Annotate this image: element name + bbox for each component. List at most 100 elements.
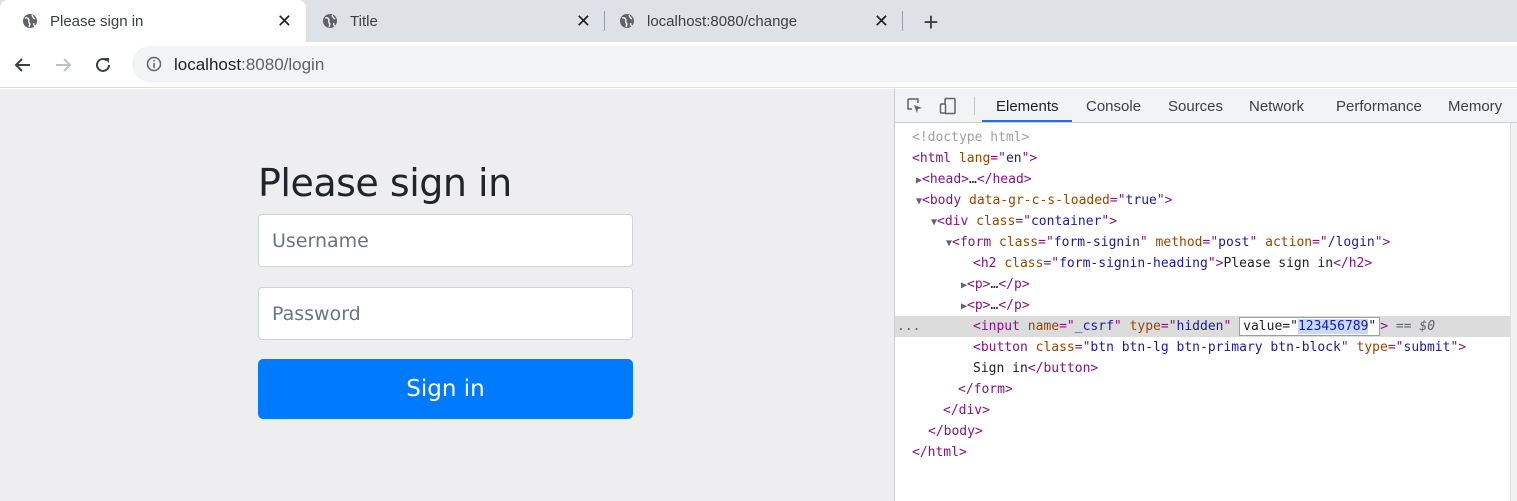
ellipsis[interactable]: … bbox=[969, 172, 977, 187]
attr-quote: " bbox=[1368, 319, 1377, 334]
dom-node-body[interactable]: ▼<body data-gr-c-s-loaded="true"> bbox=[895, 190, 1510, 211]
attr-eq: =" bbox=[1043, 256, 1060, 271]
attr-quote: " bbox=[1139, 235, 1156, 250]
attr-eq: =" bbox=[1312, 235, 1328, 250]
tag-close: </p> bbox=[998, 277, 1030, 292]
attr-name: class bbox=[1035, 340, 1075, 355]
tag-open: <form bbox=[952, 235, 999, 250]
attr-name: name bbox=[1027, 319, 1060, 334]
more-actions-icon[interactable]: ... bbox=[897, 316, 920, 337]
login-page: Please sign in Username Password Sign in bbox=[0, 89, 894, 501]
dom-node-button[interactable]: <button class="btn btn-lg btn-primary bt… bbox=[895, 337, 1510, 358]
attr-quote: " bbox=[1223, 319, 1240, 334]
info-icon[interactable] bbox=[146, 56, 162, 72]
attribute-edit-box[interactable]: value="123456789" bbox=[1239, 317, 1381, 336]
attr-eq: =" bbox=[1282, 319, 1298, 334]
dom-tree: <!doctype html> <html lang="en"> ▶<head>… bbox=[895, 127, 1510, 501]
tag-close: </html> bbox=[912, 445, 967, 460]
attr-value: container bbox=[1030, 214, 1102, 229]
inspect-element-icon[interactable] bbox=[906, 97, 924, 115]
attr-name: data-gr-c-s-loaded bbox=[969, 193, 1110, 208]
reload-icon bbox=[96, 57, 110, 72]
new-tab-button[interactable]: + bbox=[920, 7, 942, 38]
active-tab-indicator bbox=[982, 120, 1072, 122]
attr-name: class bbox=[999, 235, 1039, 250]
dom-node-form-close[interactable]: </form> bbox=[895, 379, 1510, 400]
tag-open: <div bbox=[937, 214, 977, 229]
dom-node-h2[interactable]: <h2 class="form-signin-heading">Please s… bbox=[895, 253, 1510, 274]
tag-close: > bbox=[1380, 319, 1396, 334]
dom-node-body-close[interactable]: </body> bbox=[895, 421, 1510, 442]
dom-node-div[interactable]: ▼<div class="container"> bbox=[895, 211, 1510, 232]
attr-value: en bbox=[1005, 151, 1022, 166]
tag-close: "> bbox=[1156, 193, 1173, 208]
tab-title: localhost:8080/change bbox=[647, 12, 798, 30]
close-icon[interactable]: ✕ bbox=[277, 12, 292, 30]
globe-icon bbox=[23, 14, 37, 28]
attr-value: form-signin-heading bbox=[1059, 256, 1208, 271]
username-input[interactable]: Username bbox=[258, 214, 633, 267]
username-placeholder: Username bbox=[272, 229, 369, 252]
attr-name: class bbox=[1004, 256, 1044, 271]
tab-elements[interactable]: Elements bbox=[996, 98, 1059, 115]
tab-network[interactable]: Network bbox=[1249, 98, 1304, 115]
devtools-scrollbar[interactable] bbox=[1510, 123, 1517, 501]
attr-value: true bbox=[1125, 193, 1157, 208]
dom-node-p[interactable]: ▶<p>…</p> bbox=[895, 295, 1510, 316]
attr-value: hidden bbox=[1176, 319, 1224, 334]
attr-quote: " bbox=[1113, 319, 1130, 334]
tab-performance[interactable]: Performance bbox=[1336, 98, 1422, 115]
back-button[interactable] bbox=[10, 52, 36, 78]
dom-node-div-close[interactable]: </div> bbox=[895, 400, 1510, 421]
tab-localhost-change[interactable]: localhost:8080/change ✕ bbox=[605, 0, 903, 42]
sign-in-button[interactable]: Sign in bbox=[258, 359, 633, 419]
forward-button[interactable] bbox=[50, 52, 76, 78]
tab-title: Please sign in bbox=[50, 12, 144, 30]
address-bar[interactable]: localhost:8080/login bbox=[132, 46, 1517, 82]
attr-eq: =" bbox=[1059, 319, 1075, 334]
dom-node-html[interactable]: <html lang="en"> bbox=[895, 148, 1510, 169]
back-arrow-icon bbox=[14, 58, 30, 72]
node-text: Please sign in bbox=[1223, 256, 1334, 271]
tag-close: </p> bbox=[998, 298, 1030, 313]
attr-eq: =" bbox=[1387, 340, 1404, 355]
attr-eq: =" bbox=[1038, 235, 1054, 250]
password-input[interactable]: Password bbox=[258, 287, 633, 340]
tag-open: <html bbox=[912, 151, 959, 166]
close-icon[interactable]: ✕ bbox=[874, 12, 889, 30]
tag-open: <p> bbox=[967, 298, 991, 313]
tab-console[interactable]: Console bbox=[1086, 98, 1141, 115]
attr-name: value bbox=[1243, 319, 1283, 334]
reload-button[interactable] bbox=[90, 52, 116, 78]
dom-node-head[interactable]: ▶<head>…</head> bbox=[895, 169, 1510, 190]
dom-node-button-text[interactable]: Sign in</button> bbox=[895, 358, 1510, 379]
attr-name: type bbox=[1356, 340, 1388, 355]
node-text: Sign in bbox=[973, 361, 1028, 376]
tag-close: </h2> bbox=[1333, 256, 1373, 271]
device-toolbar-icon[interactable] bbox=[939, 97, 957, 115]
tab-memory[interactable]: Memory bbox=[1448, 98, 1502, 115]
dom-node-input-selected[interactable]: ... <input name="_csrf" type="hidden" val… bbox=[895, 316, 1510, 337]
dom-node-form[interactable]: ▼<form class="form-signin" method="post"… bbox=[895, 232, 1510, 253]
dom-node-p[interactable]: ▶<p>…</p> bbox=[895, 274, 1510, 295]
tag-open: <h2 bbox=[973, 256, 1005, 271]
tab-please-sign-in[interactable]: Please sign in ✕ bbox=[0, 0, 306, 42]
doctype-text: <!doctype html> bbox=[912, 130, 1030, 145]
attr-eq: =" bbox=[1109, 193, 1126, 208]
tag-open: <p> bbox=[967, 277, 991, 292]
tag-close: </head> bbox=[976, 172, 1032, 187]
csrf-value-selected[interactable]: 123456789 bbox=[1297, 319, 1369, 334]
dom-node-doctype[interactable]: <!doctype html> bbox=[895, 127, 1510, 148]
browser-toolbar: localhost:8080/login bbox=[0, 42, 1517, 88]
attr-name: type bbox=[1129, 319, 1161, 334]
tag-close: </body> bbox=[928, 424, 983, 439]
tab-title-page[interactable]: Title ✕ bbox=[306, 0, 605, 42]
dom-node-html-close[interactable]: </html> bbox=[895, 442, 1510, 463]
password-placeholder: Password bbox=[272, 302, 361, 325]
tag-close: "> bbox=[1021, 151, 1038, 166]
attr-name: action bbox=[1265, 235, 1313, 250]
tab-sources[interactable]: Sources bbox=[1168, 98, 1223, 115]
attr-quote: " bbox=[1340, 340, 1357, 355]
tag-open: <button bbox=[973, 340, 1036, 355]
close-icon[interactable]: ✕ bbox=[576, 12, 591, 30]
